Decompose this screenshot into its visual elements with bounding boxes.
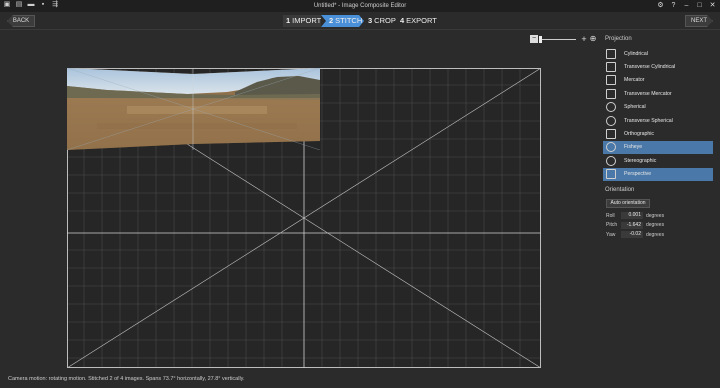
zoom-fit-icon[interactable]: ⊕ — [589, 35, 597, 43]
orthographic-icon — [606, 129, 616, 140]
projection-label: Transverse Mercator — [624, 90, 672, 97]
mercator-icon — [606, 75, 616, 86]
step-label: STITCH — [335, 16, 363, 25]
step-label: CROP — [374, 16, 396, 25]
projection-label: Perspective — [624, 171, 652, 178]
projection-stereographic[interactable]: Stereographic — [603, 154, 713, 167]
maximize-button[interactable]: □ — [694, 0, 705, 12]
pitch-row: Pitch -1.642 degrees — [606, 221, 713, 231]
window-controls: ⚙ ? – □ ✕ — [655, 0, 718, 12]
wizard-nav: BACK 1 IMPORT 2 STITCH 3 CROP 4 EXPORT NEXT — [0, 12, 720, 30]
yaw-row: Yaw -0.02 degrees — [606, 230, 713, 240]
projection-transverse-spherical[interactable]: Transverse Spherical — [603, 114, 713, 127]
step-stitch[interactable]: 2 STITCH — [321, 15, 364, 27]
perspective-icon — [606, 169, 616, 180]
step-label: EXPORT — [406, 16, 437, 25]
step-crop[interactable]: 3 CROP — [364, 15, 398, 27]
back-button[interactable]: BACK — [7, 15, 35, 27]
wizard-steps: 1 IMPORT 2 STITCH 3 CROP 4 EXPORT — [283, 15, 442, 27]
window-title: Untitled* - Image Composite Editor — [313, 3, 407, 9]
step-export[interactable]: 4 EXPORT — [398, 15, 442, 27]
transverse-cylindrical-icon — [606, 62, 616, 73]
cylindrical-icon — [606, 48, 616, 59]
projection-label: Mercator — [624, 77, 645, 84]
step-number: 4 — [400, 16, 405, 25]
status-text: Camera motion: rotating motion. Stitched… — [8, 376, 245, 382]
zoom-control: − + ⊕ — [530, 35, 598, 45]
projection-label: Spherical — [624, 104, 646, 111]
minimize-button[interactable]: – — [681, 0, 692, 12]
pitch-unit: degrees — [646, 222, 665, 229]
projection-fisheye[interactable]: Fisheye — [603, 140, 713, 155]
title-bar: ▣ ▤ ▬ ▪ ⇶ Untitled* - Image Composite Ed… — [0, 0, 720, 12]
roll-label: Roll — [606, 212, 615, 219]
help-icon[interactable]: ? — [668, 0, 679, 12]
pitch-input[interactable]: -1.642 — [621, 221, 643, 229]
yaw-label: Yaw — [606, 231, 616, 238]
transverse-mercator-icon — [606, 88, 616, 99]
transverse-spherical-icon — [606, 115, 616, 126]
settings-icon[interactable]: ⚙ — [655, 0, 666, 12]
projection-label: Transverse Cylindrical — [624, 64, 676, 71]
projection-label: Orthographic — [624, 131, 654, 138]
next-button[interactable]: NEXT — [685, 15, 713, 27]
step-import[interactable]: 1 IMPORT — [283, 15, 321, 27]
projection-mercator[interactable]: Mercator — [603, 74, 713, 87]
projection-transverse-mercator[interactable]: Transverse Mercator — [603, 87, 713, 100]
spherical-icon — [606, 102, 616, 113]
projection-perspective[interactable]: Perspective — [603, 167, 713, 181]
step-number: 2 — [329, 16, 334, 25]
projection-label: Transverse Spherical — [624, 117, 673, 124]
step-number: 3 — [368, 16, 373, 25]
roll-input[interactable]: 0.001 — [621, 212, 643, 220]
projection-label: Fisheye — [624, 144, 643, 151]
zoom-in-icon[interactable]: + — [580, 35, 588, 44]
stereographic-icon — [606, 155, 616, 166]
zoom-out-icon[interactable]: − — [530, 35, 538, 43]
projection-label: Stereographic — [624, 157, 657, 164]
zoom-slider-thumb[interactable] — [539, 36, 542, 43]
projection-list: Cylindrical Transverse Cylindrical Merca… — [603, 47, 713, 181]
projection-title: Projection — [605, 36, 632, 42]
orientation-section: Orientation Auto orientation Roll 0.001 … — [603, 186, 713, 240]
projection-spherical[interactable]: Spherical — [603, 101, 713, 114]
panorama-viewport[interactable] — [67, 68, 541, 368]
step-label: IMPORT — [292, 16, 322, 25]
yaw-unit: degrees — [646, 231, 665, 238]
settings-panel: Projection Cylindrical Transverse Cylind… — [603, 35, 713, 371]
auto-orientation-button[interactable]: Auto orientation — [606, 199, 650, 208]
projection-transverse-cylindrical[interactable]: Transverse Cylindrical — [603, 60, 713, 73]
projection-orthographic[interactable]: Orthographic — [603, 127, 713, 140]
stitched-panorama-image — [67, 68, 320, 150]
roll-unit: degrees — [646, 212, 665, 219]
zoom-slider-track[interactable] — [542, 39, 576, 40]
roll-row: Roll 0.001 degrees — [606, 211, 713, 221]
stitch-canvas-area: − + ⊕ — [0, 31, 598, 373]
projection-cylindrical[interactable]: Cylindrical — [603, 47, 713, 60]
close-button[interactable]: ✕ — [707, 0, 718, 12]
fisheye-icon — [606, 142, 616, 153]
orientation-title: Orientation — [605, 187, 635, 193]
projection-label: Cylindrical — [624, 50, 648, 57]
yaw-input[interactable]: -0.02 — [621, 231, 643, 239]
step-number: 1 — [286, 16, 291, 25]
pitch-label: Pitch — [606, 222, 618, 229]
status-bar: Camera motion: rotating motion. Stitched… — [0, 373, 720, 388]
